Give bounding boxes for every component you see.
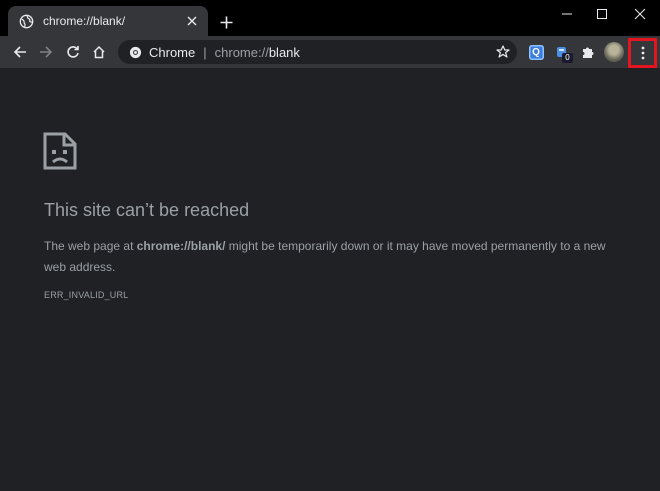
close-icon[interactable] <box>184 13 200 29</box>
sad-page-icon <box>43 132 77 170</box>
omnibox-separator: | <box>203 44 207 60</box>
kebab-menu-icon[interactable] <box>628 38 657 68</box>
extension-badge: 0 <box>562 53 573 63</box>
home-icon[interactable] <box>87 40 111 64</box>
puzzle-icon[interactable] <box>577 41 599 63</box>
profile-avatar[interactable] <box>604 42 624 62</box>
arrow-left-icon[interactable] <box>8 40 32 64</box>
plus-icon[interactable] <box>216 12 236 32</box>
reload-icon[interactable] <box>61 40 85 64</box>
omnibox-url[interactable]: chrome://blank <box>215 45 300 60</box>
minimize-icon[interactable] <box>550 3 584 25</box>
chrome-icon <box>128 45 142 59</box>
address-bar[interactable]: Chrome | chrome://blank <box>118 40 517 64</box>
badge-extension-icon[interactable]: 0 <box>551 41 573 63</box>
error-code: ERR_INVALID_URL <box>44 290 129 300</box>
tab-title: chrome://blank/ <box>43 14 126 28</box>
close-window-icon[interactable] <box>623 3 657 25</box>
globe-icon <box>18 13 34 29</box>
error-description: The web page at chrome://blank/ might be… <box>44 236 624 278</box>
q-extension-icon[interactable]: Q <box>525 41 547 63</box>
title-bar: chrome://blank/ <box>0 0 660 36</box>
error-body-prefix: The web page at <box>44 239 137 253</box>
url-scheme: chrome:// <box>214 44 269 60</box>
error-url: chrome://blank/ <box>136 239 226 253</box>
omnibox-chip: Chrome <box>149 44 196 60</box>
url-host: blank <box>268 44 300 60</box>
tab-active[interactable]: chrome://blank/ <box>8 6 208 36</box>
arrow-right-icon[interactable] <box>34 40 58 64</box>
error-page: This site can’t be reached The web page … <box>0 68 660 491</box>
q-extension-label: Q <box>528 44 544 60</box>
maximize-icon[interactable] <box>585 3 619 25</box>
star-icon[interactable] <box>494 43 512 61</box>
error-title: This site can’t be reached <box>44 200 250 220</box>
